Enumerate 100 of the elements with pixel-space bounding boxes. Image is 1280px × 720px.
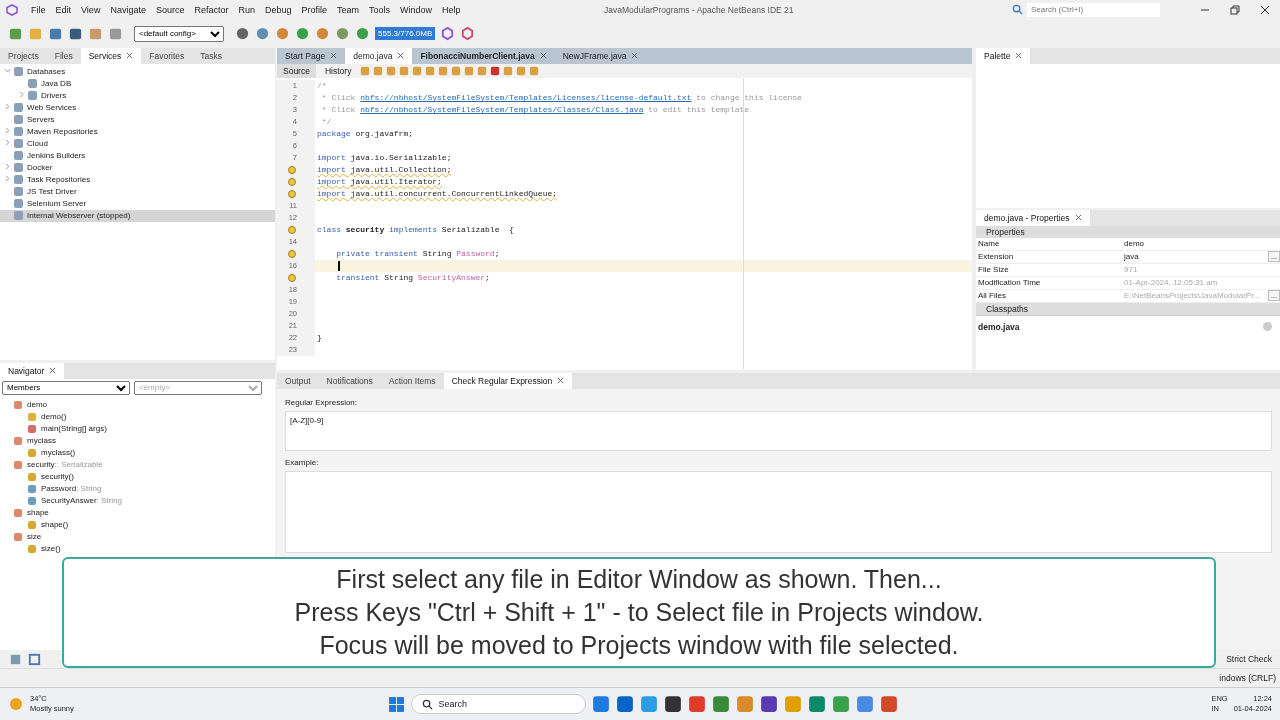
editor-tab[interactable]: Start Page: [277, 47, 346, 64]
example-field[interactable]: [285, 470, 1272, 553]
panel-tab[interactable]: Palette: [976, 47, 1031, 64]
menu-item[interactable]: View: [76, 4, 106, 15]
editor-tab[interactable]: FibonacciNumberClient.java: [412, 47, 555, 64]
tree-item[interactable]: Docker: [0, 161, 275, 174]
navigator-item[interactable]: SecurityAnswer: String: [0, 494, 275, 507]
navigator-item[interactable]: security(): [0, 470, 275, 483]
menu-item[interactable]: Help: [437, 4, 466, 15]
hint-icon[interactable]: [288, 225, 296, 234]
navigator-item[interactable]: demo(): [0, 410, 275, 423]
navigator-item[interactable]: myclass: [0, 434, 275, 447]
menu-item[interactable]: Profile: [296, 4, 333, 15]
menu-item[interactable]: Refactor: [189, 4, 234, 15]
navigator-item[interactable]: Password: String: [0, 482, 275, 495]
start-icon[interactable]: [387, 695, 405, 713]
hint-icon[interactable]: [288, 165, 296, 174]
editor-tool-icon[interactable]: [516, 65, 527, 76]
option-label[interactable]: Strict Check: [1226, 654, 1280, 665]
taskbar-app-icon[interactable]: [759, 695, 778, 714]
hint-icon[interactable]: [288, 189, 296, 198]
editor-tab[interactable]: demo.java: [345, 47, 413, 64]
toolbar-icon[interactable]: [8, 26, 23, 42]
editor-tool-icon[interactable]: [412, 65, 423, 76]
navigator-item[interactable]: demo: [0, 398, 275, 411]
editor-tool-icon[interactable]: [438, 65, 449, 76]
close-icon[interactable]: [1015, 52, 1023, 60]
tree-item[interactable]: Task Repositories: [0, 173, 275, 186]
filter-dropdown[interactable]: Members: [2, 380, 130, 395]
help-icon[interactable]: [1263, 322, 1272, 332]
hint-icon[interactable]: [288, 273, 296, 282]
search-field[interactable]: Search (Ctrl+I): [1027, 2, 1160, 17]
tree-item[interactable]: Internal Webserver (stopped): [0, 209, 275, 222]
editor-tool-icon[interactable]: [373, 65, 384, 76]
menu-item[interactable]: Debug: [260, 4, 297, 15]
editor-tool-icon[interactable]: [490, 65, 501, 76]
editor-tool-icon[interactable]: [360, 65, 371, 76]
memory-indicator[interactable]: 555.3/776.0MB: [375, 27, 436, 41]
menu-item[interactable]: Team: [332, 4, 365, 15]
panel-tab[interactable]: Notifications: [318, 372, 381, 389]
toolbar-icon[interactable]: [255, 26, 270, 42]
editor-tool-icon[interactable]: [477, 65, 488, 76]
hint-icon[interactable]: [288, 249, 296, 258]
close-icon[interactable]: [49, 367, 57, 375]
tree-item[interactable]: Maven Repositories: [0, 125, 275, 138]
editor-tool-icon[interactable]: [386, 65, 397, 76]
menu-item[interactable]: Source: [150, 4, 190, 15]
tree-item[interactable]: Databases: [0, 65, 275, 78]
panel-tab[interactable]: Favorites: [141, 47, 193, 64]
menu-item[interactable]: Tools: [364, 4, 396, 15]
config-dropdown[interactable]: <default config>: [134, 25, 224, 42]
panel-tab[interactable]: Action Items: [380, 372, 444, 389]
close-icon[interactable]: [557, 377, 565, 385]
panel-tab[interactable]: Services: [80, 47, 142, 64]
menu-item[interactable]: Window: [395, 4, 438, 15]
tree-item[interactable]: Servers: [0, 113, 275, 126]
taskbar-app-icon[interactable]: [663, 695, 682, 714]
panel-tab[interactable]: Projects: [0, 47, 47, 64]
toolbar-icon[interactable]: [335, 26, 350, 42]
line-ending-status[interactable]: indows (CRLF): [1219, 673, 1280, 684]
editor-tool-icon[interactable]: [529, 65, 540, 76]
panel-tab[interactable]: Navigator: [0, 362, 65, 379]
editor-tool-icon[interactable]: [464, 65, 475, 76]
panel-tab[interactable]: Output: [277, 372, 319, 389]
close-icon[interactable]: [126, 52, 134, 60]
toolbar-icon[interactable]: [295, 26, 310, 42]
navigator-item[interactable]: main(String[] args): [0, 422, 275, 435]
toolbar-icon[interactable]: [48, 26, 63, 42]
editor-tool-icon[interactable]: [399, 65, 410, 76]
regex-field[interactable]: [A-Z][0-9]: [285, 410, 1272, 451]
weather-icon[interactable]: [8, 696, 24, 713]
toolbar-icon[interactable]: [355, 26, 370, 42]
editor-tool-icon[interactable]: [503, 65, 514, 76]
collapse-icon[interactable]: [4, 67, 11, 75]
hint-icon[interactable]: [288, 177, 296, 186]
navigator-item[interactable]: size(): [0, 542, 275, 555]
navigator-item[interactable]: shape: [0, 506, 275, 519]
property-value[interactable]: java: [1122, 252, 1268, 262]
mode-tab[interactable]: History: [318, 63, 358, 78]
property-value[interactable]: demo: [1122, 239, 1268, 249]
close-icon[interactable]: [1074, 214, 1082, 222]
menu-item[interactable]: Edit: [50, 4, 77, 15]
tree-item[interactable]: Drivers: [0, 89, 275, 102]
panel-tab[interactable]: Tasks: [192, 47, 230, 64]
tree-item[interactable]: Cloud: [0, 137, 275, 150]
taskbar-search[interactable]: Search: [410, 694, 586, 715]
search-icon[interactable]: [1012, 4, 1023, 16]
toolbar-icon[interactable]: [68, 26, 83, 42]
panel-tab[interactable]: Check Regular Expression: [443, 372, 573, 389]
menu-item[interactable]: File: [26, 4, 51, 15]
taskbar-app-icon[interactable]: [615, 695, 634, 714]
panel-tab[interactable]: Files: [46, 47, 81, 64]
close-icon[interactable]: [397, 52, 405, 60]
tree-item[interactable]: Selenium Server: [0, 197, 275, 210]
menu-item[interactable]: Run: [233, 4, 260, 15]
navigator-item[interactable]: myclass(): [0, 446, 275, 459]
tree-item[interactable]: Web Services: [0, 101, 275, 114]
tree-item[interactable]: Java DB: [0, 77, 275, 90]
tree-item[interactable]: JS Test Driver: [0, 185, 275, 198]
toolbar-icon[interactable]: [235, 26, 250, 42]
